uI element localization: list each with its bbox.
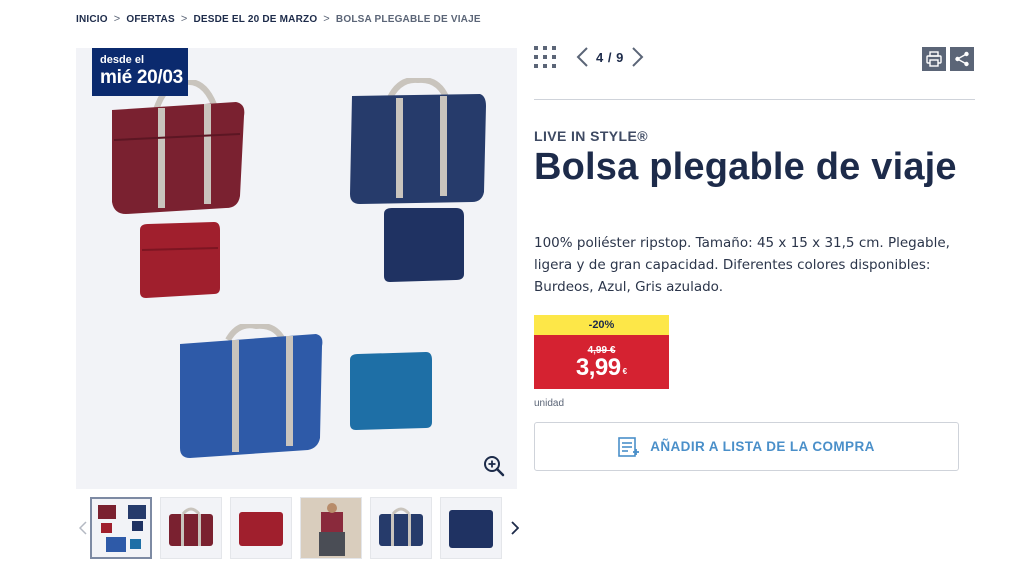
breadcrumb-item-inicio[interactable]: INICIO — [76, 14, 108, 25]
thumbnail-4[interactable] — [300, 497, 362, 559]
current-price: 3,99 € — [576, 356, 627, 380]
grid-icon[interactable] — [534, 46, 556, 68]
print-button[interactable] — [922, 47, 946, 71]
product-description: 100% poliéster ripstop. Tamaño: 45 x 15 … — [534, 235, 950, 295]
print-icon — [926, 51, 942, 67]
date-badge: desde el mié 20/03 — [92, 48, 188, 96]
product-title: Bolsa plegable de viaje — [534, 146, 957, 188]
bag-burgundy-folded-image — [138, 222, 222, 298]
thumbnail-list — [90, 497, 502, 559]
breadcrumb-separator-icon: > — [180, 13, 188, 25]
price-unit: unidad — [534, 398, 565, 409]
bag-teal-folded-image — [348, 352, 434, 430]
discount-badge: -20% — [534, 315, 669, 335]
add-to-list-button[interactable]: AÑADIR A LISTA DE LA COMPRA — [534, 422, 959, 471]
bag-navy-image — [348, 78, 488, 208]
current-price-value: 3,99 — [575, 354, 621, 381]
product-main-image[interactable]: desde el mié 20/03 — [76, 48, 517, 489]
thumbnail-6[interactable] — [440, 497, 502, 559]
breadcrumb-separator-icon: > — [323, 13, 330, 25]
price-box: -20% 4,99 € 3,99 € — [534, 315, 669, 389]
current-price-currency: € — [622, 367, 628, 376]
chevron-left-icon[interactable] — [574, 46, 590, 68]
thumbnail-strip — [76, 497, 524, 559]
thumb-next-button[interactable] — [508, 518, 522, 538]
thumbnail-2[interactable] — [160, 497, 222, 559]
date-badge-line1: desde el — [100, 54, 145, 66]
thumb-prev-button[interactable] — [76, 518, 90, 538]
breadcrumb-separator-icon: > — [113, 13, 121, 25]
thumbnail-1[interactable] — [90, 497, 152, 559]
breadcrumb-item-ofertas[interactable]: OFERTAS — [126, 14, 174, 25]
breadcrumb-item-current: BOLSA PLEGABLE DE VIAJE — [335, 13, 481, 25]
bag-blue-image — [176, 324, 326, 460]
shopping-list-icon — [618, 436, 640, 457]
share-button[interactable] — [950, 47, 974, 71]
add-to-list-label: AÑADIR A LISTA DE LA COMPRA — [650, 439, 875, 454]
breadcrumb-item-desde[interactable]: DESDE EL 20 DE MARZO — [193, 14, 317, 25]
gallery-navigation: 4 / 9 — [534, 46, 646, 68]
thumbnail-3[interactable] — [230, 497, 292, 559]
bag-burgundy-image — [106, 80, 248, 216]
date-badge-line2: mié 20/03 — [100, 67, 183, 88]
gallery-counter: 4 / 9 — [596, 49, 624, 65]
divider — [534, 99, 975, 100]
product-brand: LIVE IN STYLE® — [534, 128, 648, 144]
zoom-in-icon[interactable] — [483, 455, 505, 477]
top-actions — [922, 47, 974, 71]
breadcrumb: INICIO > OFERTAS > DESDE EL 20 DE MARZO … — [76, 13, 481, 25]
bag-navy-folded-image — [382, 208, 466, 282]
chevron-right-icon[interactable] — [630, 46, 646, 68]
share-icon — [955, 51, 969, 67]
price-main: 4,99 € 3,99 € — [534, 335, 669, 389]
thumbnail-5[interactable] — [370, 497, 432, 559]
